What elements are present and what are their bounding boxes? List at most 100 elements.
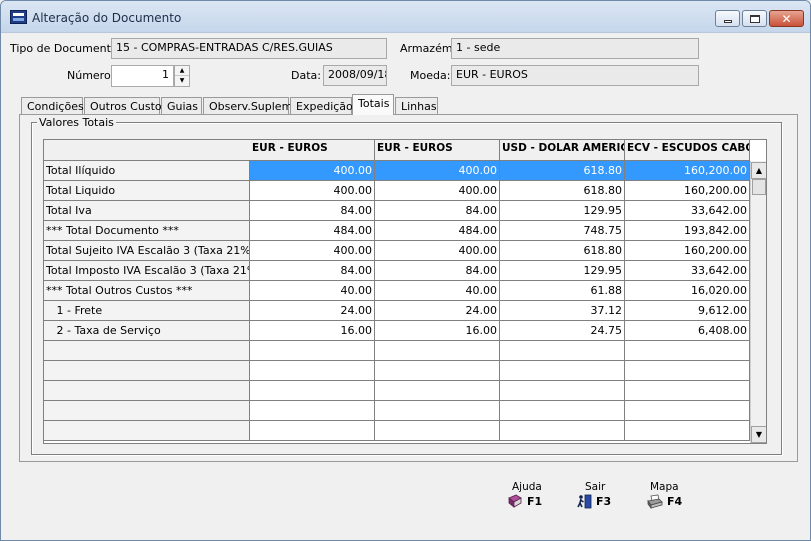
value-cell[interactable]: 618.80	[500, 161, 625, 181]
value-cell[interactable]: 160,200.00	[625, 161, 750, 181]
row-label-cell[interactable]: *** Total Outros Custos ***	[44, 281, 250, 301]
empty-table-row[interactable]	[44, 401, 750, 421]
value-cell[interactable]: 400.00	[250, 161, 375, 181]
tab-shipping[interactable]: Expedição	[290, 97, 353, 115]
value-cell[interactable]	[500, 361, 625, 381]
spin-down-icon[interactable]: ▼	[175, 76, 189, 86]
column-header[interactable]: USD - DOLAR AMERIC	[500, 140, 625, 161]
table-row[interactable]: Total Imposto IVA Escalão 3 (Taxa 21%) 84…	[44, 261, 750, 281]
value-cell[interactable]	[250, 401, 375, 421]
value-cell[interactable]	[375, 401, 500, 421]
empty-table-row[interactable]	[44, 381, 750, 401]
column-header[interactable]: ECV - ESCUDOS CABO	[625, 140, 750, 161]
value-cell[interactable]	[500, 421, 625, 441]
number-spinner[interactable]: ▲ ▼	[174, 65, 190, 87]
table-row[interactable]: *** Total Outros Custos *** 40.00 40.00 61.…	[44, 281, 750, 301]
table-row[interactable]: Total Sujeito IVA Escalão 3 (Taxa 21%) 40…	[44, 241, 750, 261]
row-label-cell[interactable]	[44, 341, 250, 361]
value-cell[interactable]	[250, 361, 375, 381]
value-cell[interactable]: 129.95	[500, 261, 625, 281]
tab-supplementary-notes[interactable]: Observ.Suplem.	[203, 97, 296, 115]
row-label-cell[interactable]	[44, 421, 250, 441]
value-cell[interactable]: 400.00	[250, 181, 375, 201]
value-cell[interactable]: 84.00	[375, 261, 500, 281]
value-cell[interactable]: 84.00	[375, 201, 500, 221]
value-cell[interactable]	[500, 401, 625, 421]
value-cell[interactable]: 40.00	[250, 281, 375, 301]
value-cell[interactable]	[500, 341, 625, 361]
value-cell[interactable]: 84.00	[250, 261, 375, 281]
column-header[interactable]: EUR - EUROS	[375, 140, 500, 161]
value-cell[interactable]	[375, 421, 500, 441]
value-cell[interactable]: 129.95	[500, 201, 625, 221]
row-label-cell[interactable]: 1 - Frete	[44, 301, 250, 321]
value-cell[interactable]: 6,408.00	[625, 321, 750, 341]
value-cell[interactable]	[625, 421, 750, 441]
value-cell[interactable]: 40.00	[375, 281, 500, 301]
row-label-cell[interactable]	[44, 361, 250, 381]
value-cell[interactable]: 618.80	[500, 241, 625, 261]
row-label-cell[interactable]: Total Imposto IVA Escalão 3 (Taxa 21%)	[44, 261, 250, 281]
value-cell[interactable]	[375, 381, 500, 401]
value-cell[interactable]: 33,642.00	[625, 261, 750, 281]
value-cell[interactable]: 400.00	[250, 241, 375, 261]
tab-other-costs[interactable]: Outros Custos	[84, 97, 167, 115]
row-label-cell[interactable]: Total Iva	[44, 201, 250, 221]
row-label-cell[interactable]: Total Ilíquido	[44, 161, 250, 181]
value-cell[interactable]: 160,200.00	[625, 181, 750, 201]
row-label-cell[interactable]	[44, 401, 250, 421]
value-cell[interactable]: 24.00	[250, 301, 375, 321]
tab-totals[interactable]: Totais	[352, 94, 394, 115]
row-label-cell[interactable]: Total Liquido	[44, 181, 250, 201]
minimize-button[interactable]	[715, 10, 740, 27]
exit-f3-button[interactable]: Sair F3	[574, 481, 624, 511]
value-cell[interactable]: 400.00	[375, 181, 500, 201]
table-row[interactable]: Total Liquido 400.00 400.00 618.80 160,200.0…	[44, 181, 750, 201]
number-input[interactable]: 1	[111, 65, 174, 87]
value-cell[interactable]: 748.75	[500, 221, 625, 241]
value-cell[interactable]	[500, 381, 625, 401]
value-cell[interactable]: 16.00	[375, 321, 500, 341]
map-f4-button[interactable]: Mapa F4	[645, 481, 695, 511]
value-cell[interactable]	[625, 401, 750, 421]
value-cell[interactable]	[375, 361, 500, 381]
spin-up-icon[interactable]: ▲	[175, 66, 189, 76]
empty-table-row[interactable]	[44, 341, 750, 361]
tab-conditions[interactable]: Condições	[21, 97, 84, 115]
scroll-down-icon[interactable]: ▼	[751, 426, 766, 443]
value-cell[interactable]: 484.00	[375, 221, 500, 241]
value-cell[interactable]: 24.75	[500, 321, 625, 341]
grid-vertical-scrollbar[interactable]: ▲ ▼	[750, 161, 766, 443]
help-f1-button[interactable]: Ajuda F1	[505, 481, 555, 511]
value-cell[interactable]	[375, 341, 500, 361]
value-cell[interactable]: 400.00	[375, 241, 500, 261]
totals-grid[interactable]: EUR - EUROS EUR - EUROS USD - DOLAR AMER…	[43, 139, 767, 444]
value-cell[interactable]	[250, 381, 375, 401]
scroll-thumb[interactable]	[752, 179, 766, 195]
table-row[interactable]: 2 - Taxa de Serviço 16.00 16.00 24.75 6,408.…	[44, 321, 750, 341]
tab-lines[interactable]: Linhas	[395, 97, 438, 115]
value-cell[interactable]	[250, 421, 375, 441]
row-label-cell[interactable]: 2 - Taxa de Serviço	[44, 321, 250, 341]
value-cell[interactable]: 400.00	[375, 161, 500, 181]
value-cell[interactable]: 618.80	[500, 181, 625, 201]
value-cell[interactable]: 33,642.00	[625, 201, 750, 221]
table-row[interactable]: Total Iva 84.00 84.00 129.95 33,642.00	[44, 201, 750, 221]
row-label-cell[interactable]: *** Total Documento ***	[44, 221, 250, 241]
value-cell[interactable]	[625, 361, 750, 381]
value-cell[interactable]	[250, 341, 375, 361]
value-cell[interactable]: 16,020.00	[625, 281, 750, 301]
value-cell[interactable]: 24.00	[375, 301, 500, 321]
empty-table-row[interactable]	[44, 361, 750, 381]
value-cell[interactable]: 193,842.00	[625, 221, 750, 241]
maximize-button[interactable]	[742, 10, 767, 27]
value-cell[interactable]	[625, 341, 750, 361]
empty-table-row[interactable]	[44, 421, 750, 441]
column-header[interactable]: EUR - EUROS	[250, 140, 375, 161]
table-row[interactable]: 1 - Frete 24.00 24.00 37.12 9,612.00	[44, 301, 750, 321]
title-bar[interactable]: Alteração do Documento ✕	[1, 1, 810, 33]
value-cell[interactable]: 84.00	[250, 201, 375, 221]
scroll-up-icon[interactable]: ▲	[751, 162, 766, 179]
value-cell[interactable]	[625, 381, 750, 401]
table-row[interactable]: *** Total Documento *** 484.00 484.00 748.7…	[44, 221, 750, 241]
